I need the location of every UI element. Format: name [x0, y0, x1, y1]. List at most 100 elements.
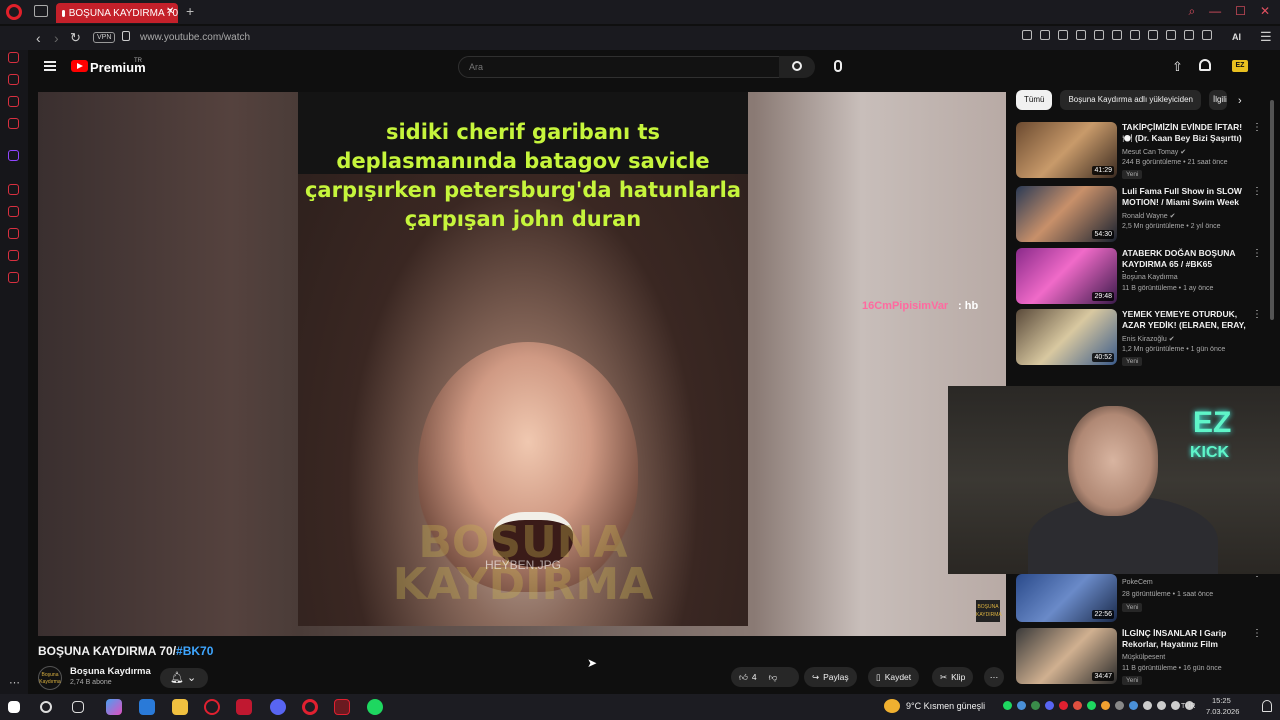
- discord-icon[interactable]: [270, 699, 286, 715]
- more-options-icon[interactable]: ⋮: [1252, 628, 1262, 639]
- opera-logo-icon[interactable]: [6, 4, 22, 20]
- more-options-icon[interactable]: ⋮: [1252, 186, 1262, 197]
- microphone-tray-icon[interactable]: [1157, 701, 1166, 710]
- recommendation-item[interactable]: 54:30 Luli Fama Full Show in SLOW MOTION…: [1016, 186, 1264, 244]
- channel-watermark[interactable]: BOŞUNA KAYDIRMA: [976, 600, 1002, 622]
- subscription-bell-button[interactable]: 🔔︎ ⌄: [160, 668, 208, 688]
- minimize-icon[interactable]: —: [1209, 4, 1221, 19]
- tab-manager-icon[interactable]: [34, 5, 48, 17]
- clock-date[interactable]: 7.03.2026: [1206, 707, 1239, 716]
- video-player[interactable]: sidiki cherif garibanı ts deplasmanında …: [38, 92, 1006, 636]
- copilot-icon[interactable]: [106, 699, 122, 715]
- sidebar-app-3-icon[interactable]: [8, 118, 19, 129]
- hashtag-link[interactable]: #BK70: [176, 644, 213, 658]
- youtube-logo-icon[interactable]: [71, 60, 88, 72]
- more-options-icon[interactable]: ⋮: [1252, 122, 1262, 133]
- windows-start-icon[interactable]: [8, 701, 20, 713]
- reload-icon[interactable]: ↻: [70, 30, 81, 46]
- channel-avatar[interactable]: Boşuna Kaydırma: [38, 666, 62, 690]
- shield-icon[interactable]: [1076, 30, 1086, 40]
- heart-icon[interactable]: [1130, 30, 1140, 40]
- account-icon[interactable]: [1184, 30, 1194, 40]
- recommendation-item[interactable]: 41:29 TAKİPÇİMİZİN EVİNDE İFTAR! 🍽️ (Dr.…: [1016, 122, 1264, 180]
- language-indicator[interactable]: TUR: [1181, 703, 1195, 710]
- opera-active-icon[interactable]: [334, 699, 350, 715]
- recommendation-item[interactable]: 34:47 İLGİNÇ İNSANLAR I Garip Rekorlar, …: [1016, 628, 1264, 686]
- clock-time[interactable]: 15:25: [1212, 696, 1231, 705]
- video-thumbnail[interactable]: 40:52: [1016, 309, 1117, 365]
- video-title[interactable]: ATABERK DOĞAN BOŞUNA KAYDIRMA 65 / #BK65…: [1122, 248, 1248, 272]
- chip-related[interactable]: İlgili: [1208, 90, 1227, 110]
- sidebar-app-2-icon[interactable]: [8, 96, 19, 107]
- channel-name[interactable]: Müşkülpesent: [1122, 654, 1165, 661]
- tray-icon[interactable]: [1059, 701, 1068, 710]
- guide-menu-icon[interactable]: [44, 61, 56, 71]
- network-icon[interactable]: [1171, 701, 1180, 710]
- clip-button[interactable]: ✂ Klip: [932, 667, 974, 687]
- vpn-badge[interactable]: VPN: [93, 32, 116, 43]
- tray-icon[interactable]: [1087, 701, 1096, 710]
- play-icon[interactable]: [1112, 30, 1122, 40]
- weather-text[interactable]: 9°C Kısmen güneşli: [906, 701, 985, 711]
- account-avatar[interactable]: EZ: [1232, 60, 1248, 72]
- scrollbar[interactable]: [1270, 100, 1274, 320]
- recommendation-item[interactable]: 22:56 PokeCem 28 görüntüleme • 1 saat ön…: [1016, 568, 1264, 632]
- opera-gx-icon[interactable]: [204, 699, 220, 715]
- aria-icon[interactable]: [8, 52, 19, 63]
- share-button[interactable]: ↪ Paylaş: [804, 667, 857, 687]
- video-thumbnail[interactable]: 41:29: [1016, 122, 1117, 178]
- clock-icon[interactable]: [8, 228, 19, 239]
- steam-tray-icon[interactable]: [1017, 701, 1026, 710]
- more-options-icon[interactable]: ⋮: [1252, 248, 1262, 259]
- lock-icon[interactable]: [122, 31, 130, 41]
- dislike-icon[interactable]: 👎︎: [769, 672, 778, 683]
- search-icon[interactable]: [792, 61, 802, 71]
- video-title[interactable]: İLGİNÇ İNSANLAR I Garip Rekorlar, Hayatı…: [1122, 628, 1248, 652]
- weather-icon[interactable]: [884, 699, 900, 713]
- recommendation-item[interactable]: 40:52 YEMEK YEMEYE OTURDUK, AZAR YEDİK! …: [1016, 309, 1264, 367]
- channel-name[interactable]: Ronald Wayne ✔: [1122, 212, 1175, 220]
- search-tabs-icon[interactable]: ⌕: [1188, 4, 1195, 19]
- notifications-bell-icon[interactable]: [1199, 59, 1211, 71]
- channel-name[interactable]: Boşuna Kaydırma: [1122, 274, 1178, 281]
- new-tab-button[interactable]: +: [186, 3, 194, 19]
- video-title[interactable]: YEMEK YEMEYE OTURDUK, AZAR YEDİK! (ELRAE…: [1122, 309, 1248, 333]
- tray-icon[interactable]: [1143, 701, 1152, 710]
- upload-icon[interactable]: ⇧: [1172, 59, 1183, 75]
- like-icon[interactable]: 👍︎: [739, 672, 748, 683]
- file-explorer-icon[interactable]: [172, 699, 188, 715]
- video-title[interactable]: TAKİPÇİMİZİN EVİNDE İFTAR! 🍽️ (Dr. Kaan …: [1122, 122, 1248, 144]
- taskbar-search-icon[interactable]: [40, 701, 52, 713]
- channel-name[interactable]: Enis Kirazoğlu ✔: [1122, 335, 1175, 343]
- channel-name[interactable]: Boşuna Kaydırma: [70, 666, 151, 677]
- maximize-icon[interactable]: ☐: [1235, 4, 1246, 19]
- microphone-icon[interactable]: [834, 60, 842, 72]
- extensions-sidebar-icon[interactable]: [8, 250, 19, 261]
- download-icon[interactable]: [1202, 30, 1212, 40]
- video-thumbnail[interactable]: 34:47: [1016, 628, 1117, 684]
- video-thumbnail[interactable]: 54:30: [1016, 186, 1117, 242]
- search-input[interactable]: [458, 56, 780, 78]
- chip-all[interactable]: Tümü: [1016, 90, 1053, 110]
- task-view-icon[interactable]: [72, 701, 84, 713]
- like-count[interactable]: 4: [752, 672, 757, 682]
- forward-icon[interactable]: ›: [54, 30, 59, 46]
- zoom-out-icon[interactable]: [1022, 30, 1032, 40]
- tray-icon[interactable]: [1101, 701, 1110, 710]
- app-icon[interactable]: [236, 699, 252, 715]
- opera-icon[interactable]: [302, 699, 318, 715]
- tray-icon[interactable]: [1031, 701, 1040, 710]
- chip-from-uploader[interactable]: Boşuna Kaydırma adlı yükleyiciden: [1060, 90, 1201, 110]
- snapshot-icon[interactable]: [1058, 30, 1068, 40]
- sidebar-app-1-icon[interactable]: [8, 74, 19, 85]
- twitch-icon[interactable]: [8, 150, 19, 161]
- spotify-tray-icon[interactable]: [1003, 701, 1012, 710]
- bookmarks-sidebar-icon[interactable]: [8, 206, 19, 217]
- video-thumbnail[interactable]: 22:56: [1016, 574, 1117, 622]
- tray-icon[interactable]: [1129, 701, 1138, 710]
- sidebar-more-icon[interactable]: ⋯: [9, 676, 20, 689]
- tray-icon[interactable]: [1115, 701, 1124, 710]
- browser-menu-icon[interactable]: ☰: [1260, 29, 1272, 45]
- recommendation-item[interactable]: 29:48 ATABERK DOĞAN BOŞUNA KAYDIRMA 65 /…: [1016, 248, 1264, 306]
- extension-icon[interactable]: [1166, 30, 1176, 40]
